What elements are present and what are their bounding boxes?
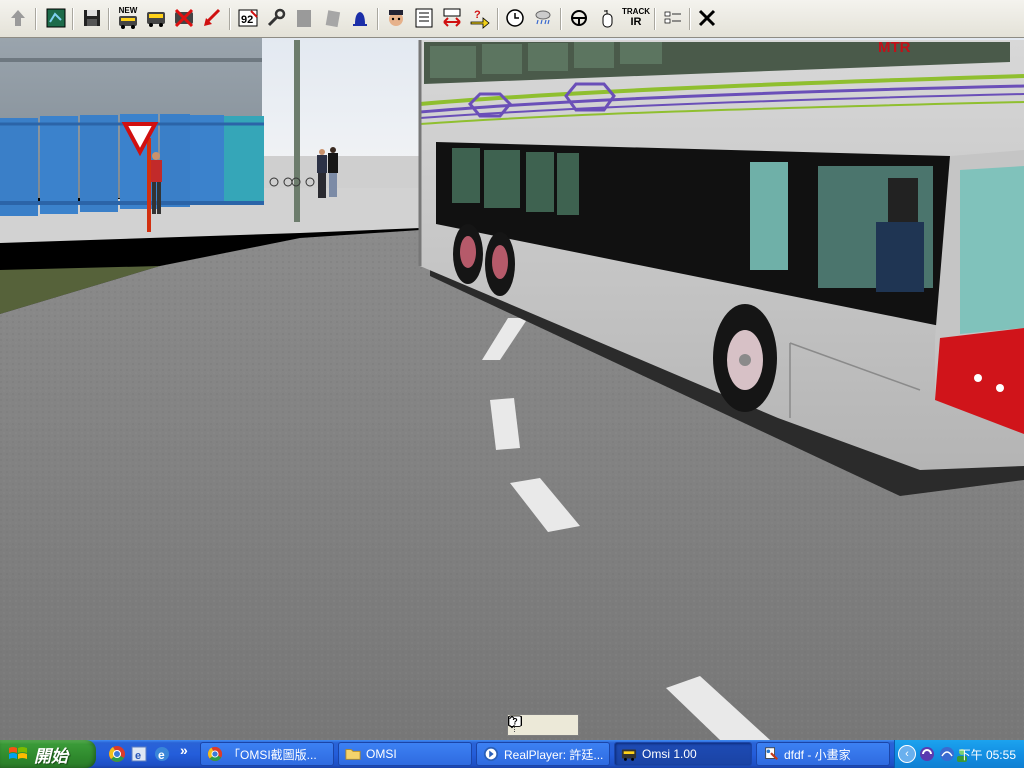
track-ir-icon[interactable]: TRACK IR bbox=[622, 6, 650, 30]
bus-brand: MTR bbox=[878, 39, 911, 56]
bus-icon[interactable] bbox=[144, 6, 168, 30]
svg-text:e: e bbox=[158, 748, 165, 762]
help-icon[interactable]: ? bbox=[508, 715, 558, 733]
task-label: RealPlayer: 許廷... bbox=[504, 747, 604, 762]
swap-icon[interactable] bbox=[440, 6, 464, 30]
browser-quicklaunch-icon[interactable]: e bbox=[130, 745, 148, 763]
driver-icon[interactable] bbox=[384, 6, 408, 30]
keyboard-icon[interactable] bbox=[508, 716, 538, 733]
task-label: dfdf - 小畫家 bbox=[784, 747, 851, 762]
task-label: Omsi 1.00 bbox=[642, 747, 697, 761]
map-icon[interactable] bbox=[44, 6, 68, 30]
folder-icon bbox=[345, 749, 361, 760]
omsi-toolbar: NEW 92 ? TRACK IR bbox=[0, 0, 1024, 38]
task-paint[interactable]: dfdf - 小畫家 bbox=[756, 742, 890, 766]
timetable-icon[interactable]: 92 bbox=[236, 6, 260, 30]
tray-network-icon[interactable] bbox=[939, 746, 955, 762]
arrow-up-icon[interactable] bbox=[6, 6, 30, 30]
wrench-icon[interactable] bbox=[264, 6, 288, 30]
new-bus-icon[interactable]: NEW bbox=[116, 6, 140, 30]
chrome-icon bbox=[207, 746, 223, 762]
svg-text:?: ? bbox=[474, 9, 481, 21]
tray-collapse-icon[interactable]: ‹ bbox=[898, 745, 916, 763]
mini-toolbar: ? bbox=[507, 714, 579, 736]
pointer-icon[interactable] bbox=[200, 6, 224, 30]
ninety-two-label: 92 bbox=[241, 14, 253, 26]
start-label: 開始 bbox=[34, 746, 68, 767]
bell-icon[interactable] bbox=[348, 6, 372, 30]
start-button[interactable]: 開始 bbox=[0, 740, 96, 768]
help-arrow-icon[interactable]: ? bbox=[468, 6, 492, 30]
omsi-icon bbox=[621, 749, 637, 761]
paint-icon bbox=[765, 747, 779, 761]
schedule-icon[interactable] bbox=[412, 6, 436, 30]
svg-text:e: e bbox=[135, 750, 141, 762]
expand-icon[interactable] bbox=[509, 715, 578, 733]
clock-icon[interactable] bbox=[503, 6, 527, 30]
ir-label: IR bbox=[630, 16, 642, 28]
delete-bus-icon[interactable] bbox=[172, 6, 196, 30]
task-label: OMSI bbox=[366, 747, 397, 761]
options-icon[interactable] bbox=[661, 6, 685, 30]
new-label: NEW bbox=[118, 6, 138, 15]
ticket-icon[interactable] bbox=[320, 6, 344, 30]
lamp-pole bbox=[294, 40, 300, 222]
task-label: 「OMSI截圖版... bbox=[228, 747, 317, 762]
door-icon[interactable] bbox=[292, 6, 316, 30]
task-omsi-folder[interactable]: OMSI bbox=[338, 742, 472, 766]
quicklaunch-more[interactable]: » bbox=[180, 742, 188, 758]
task-omsi[interactable]: Omsi 1.00 bbox=[614, 742, 752, 766]
windows-logo-icon bbox=[9, 747, 27, 759]
steering-icon[interactable] bbox=[567, 6, 591, 30]
scene-graphic: MTR bbox=[0, 38, 1024, 740]
ie-quicklaunch-icon[interactable]: e bbox=[153, 745, 171, 763]
simulation-viewport[interactable]: MTR ? bbox=[0, 38, 1024, 740]
close-icon[interactable] bbox=[695, 6, 719, 30]
tray-app-icon[interactable] bbox=[919, 746, 935, 762]
taskbar: 開始 e e » 「OMSI截圖版... OMSI RealPlayer: 許廷… bbox=[0, 740, 1024, 768]
system-tray: ‹ 下午 05:55 bbox=[894, 740, 1024, 768]
chrome-quicklaunch-icon[interactable] bbox=[108, 745, 126, 763]
mouse-icon[interactable] bbox=[595, 6, 619, 30]
task-chrome[interactable]: 「OMSI截圖版... bbox=[200, 742, 334, 766]
save-icon[interactable] bbox=[80, 6, 104, 30]
track-label: TRACK bbox=[622, 7, 650, 16]
weather-icon[interactable] bbox=[531, 6, 555, 30]
realplayer-icon bbox=[483, 746, 499, 762]
task-realplayer[interactable]: RealPlayer: 許廷... bbox=[476, 742, 610, 766]
clock: 下午 05:55 bbox=[958, 748, 1016, 762]
